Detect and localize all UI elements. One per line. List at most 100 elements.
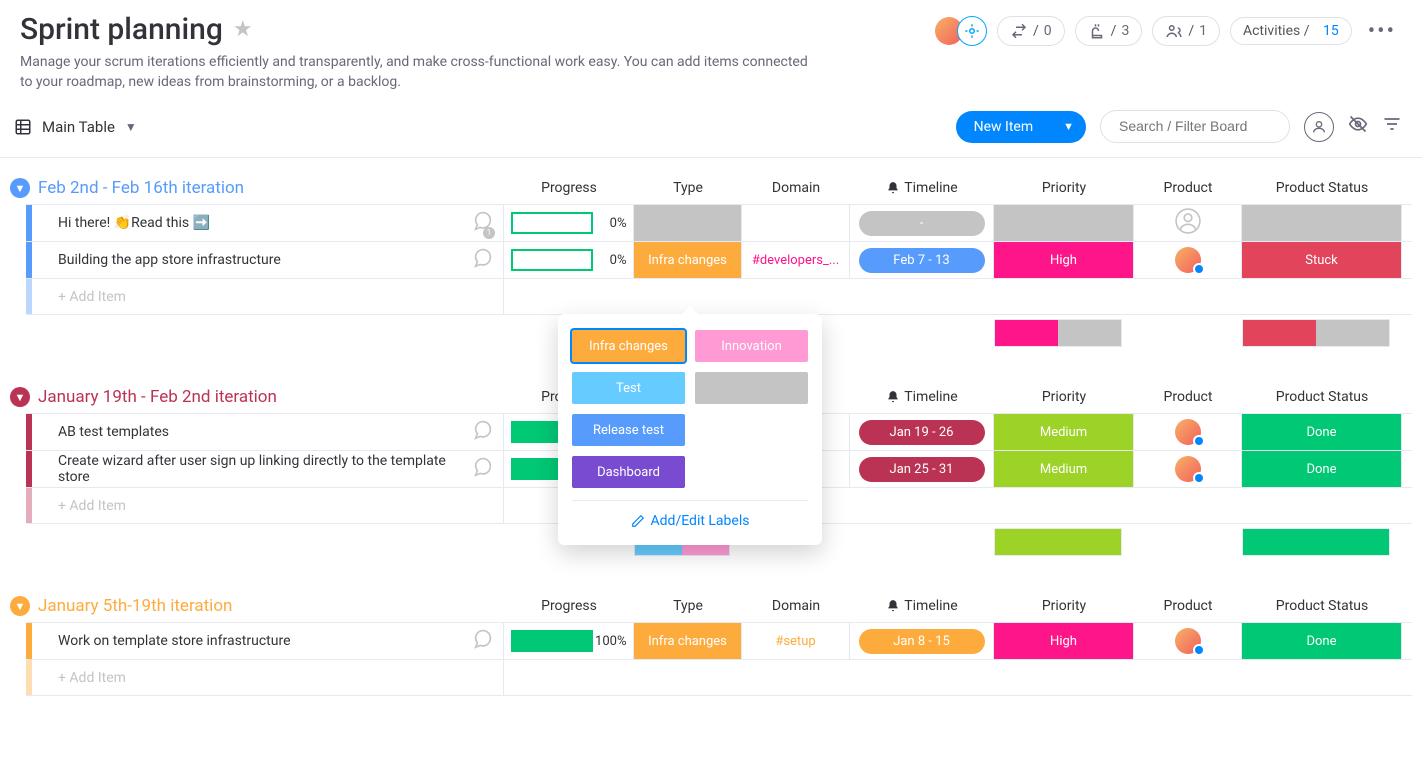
column-header[interactable]: Type [634, 180, 742, 196]
type-cell[interactable]: Infra changes [634, 242, 741, 278]
new-item-button[interactable]: New Item ▼ [956, 111, 1086, 143]
product-cell[interactable] [1134, 451, 1242, 487]
chevron-down-icon: ▼ [125, 120, 137, 134]
automations-pill[interactable]: / 0 [997, 16, 1065, 46]
timeline-pill[interactable]: Feb 7 - 13 [859, 248, 985, 273]
group-title[interactable]: January 19th - Feb 2nd iteration [38, 387, 277, 407]
product-cell[interactable] [1134, 623, 1242, 659]
column-header[interactable]: Domain [742, 180, 850, 196]
type-cell[interactable]: Infra changes [634, 623, 741, 659]
column-header[interactable]: Timeline [850, 180, 994, 196]
table-icon [14, 118, 32, 136]
members-pill[interactable]: / 1 [1152, 16, 1220, 46]
priority-cell[interactable] [994, 205, 1133, 241]
label-option[interactable]: Dashboard [572, 456, 685, 488]
table-row[interactable]: Hi there! 👏Read this ➡️1 0% - [26, 204, 1412, 241]
item-name[interactable]: Create wizard after user sign up linking… [58, 453, 463, 485]
status-cell[interactable]: Done [1242, 623, 1401, 659]
item-name[interactable]: AB test templates [58, 424, 463, 440]
board-log-icon[interactable] [957, 16, 987, 46]
column-header[interactable]: Product [1134, 598, 1242, 614]
domain-cell[interactable]: #developers_... [752, 253, 839, 268]
column-header[interactable]: Priority [994, 598, 1134, 614]
label-option[interactable]: Test [572, 372, 685, 404]
hide-columns-icon[interactable] [1348, 114, 1368, 139]
progress-bar [511, 212, 593, 234]
product-cell[interactable] [1134, 414, 1242, 450]
column-header[interactable]: Domain [742, 598, 850, 614]
view-switcher[interactable]: Main Table ▼ [14, 118, 137, 136]
type-label-dropdown[interactable]: Infra changes Innovation Test Release test D… [558, 314, 822, 545]
person-filter-icon[interactable] [1304, 112, 1334, 142]
column-header[interactable]: Progress [504, 598, 634, 614]
avatar[interactable] [1175, 247, 1201, 273]
chat-icon[interactable] [471, 419, 493, 446]
product-cell[interactable] [1134, 205, 1242, 241]
collapse-toggle-icon[interactable]: ▼ [10, 178, 30, 198]
priority-cell[interactable]: High [994, 242, 1133, 278]
favorite-star-icon[interactable]: ★ [233, 17, 253, 42]
progress-bar [511, 249, 593, 271]
search-input[interactable] [1100, 110, 1290, 143]
timeline-pill[interactable]: - [859, 211, 985, 236]
column-header[interactable]: Product [1134, 389, 1242, 405]
item-name[interactable]: Hi there! 👏Read this ➡️ [58, 215, 463, 231]
page-title: Sprint planning [20, 12, 223, 47]
column-header[interactable]: Progress [504, 180, 634, 196]
group-title[interactable]: January 5th-19th iteration [38, 596, 232, 616]
column-header[interactable]: Type [634, 598, 742, 614]
status-cell[interactable] [1242, 205, 1401, 241]
activities-pill[interactable]: Activities / 15 [1230, 17, 1352, 45]
avatar[interactable] [1175, 628, 1201, 654]
column-header[interactable]: Product Status [1242, 598, 1402, 614]
priority-cell[interactable]: High [994, 623, 1133, 659]
more-menu-icon[interactable]: ••• [1362, 19, 1402, 44]
priority-cell[interactable]: Medium [994, 414, 1133, 450]
column-header[interactable]: Product Status [1242, 180, 1402, 196]
product-cell[interactable] [1134, 242, 1242, 278]
item-name[interactable]: Work on template store infrastructure [58, 633, 463, 649]
column-header[interactable]: Priority [994, 180, 1134, 196]
add-edit-labels-link[interactable]: Add/Edit Labels [572, 500, 808, 529]
chevron-down-icon[interactable]: ▼ [1051, 112, 1086, 141]
table-row[interactable]: Work on template store infrastructure 10… [26, 622, 1412, 659]
label-option[interactable]: Release test [572, 414, 685, 446]
avatar[interactable] [1175, 419, 1201, 445]
integrations-pill[interactable]: / 3 [1075, 16, 1143, 46]
column-header[interactable]: Product Status [1242, 389, 1402, 405]
person-placeholder-icon[interactable] [1175, 208, 1201, 238]
board-owner[interactable] [935, 16, 987, 46]
collapse-toggle-icon[interactable]: ▼ [10, 387, 30, 407]
board-description: Manage your scrum iterations efficiently… [20, 53, 820, 92]
pencil-icon [631, 514, 645, 528]
item-name[interactable]: Building the app store infrastructure [58, 252, 463, 268]
status-cell[interactable]: Done [1242, 414, 1401, 450]
priority-cell[interactable]: Medium [994, 451, 1133, 487]
column-header[interactable]: Priority [994, 389, 1134, 405]
status-cell[interactable]: Stuck [1242, 242, 1401, 278]
label-option[interactable]: Infra changes [572, 330, 685, 362]
collapse-toggle-icon[interactable]: ▼ [10, 596, 30, 616]
type-cell[interactable] [634, 205, 741, 241]
timeline-pill[interactable]: Jan 19 - 26 [859, 420, 985, 445]
column-header[interactable]: Product [1134, 180, 1242, 196]
timeline-pill[interactable]: Jan 25 - 31 [859, 457, 985, 482]
avatar[interactable] [1175, 456, 1201, 482]
add-item-row[interactable]: + Add Item [26, 278, 1412, 315]
label-option[interactable] [695, 372, 808, 404]
domain-cell[interactable]: #setup [775, 634, 815, 649]
table-row[interactable]: Building the app store infrastructure 0%… [26, 241, 1412, 278]
chat-icon[interactable] [471, 247, 493, 274]
add-item-row[interactable]: + Add Item [26, 659, 1412, 696]
status-cell[interactable]: Done [1242, 451, 1401, 487]
column-header[interactable]: Timeline [850, 598, 994, 614]
chat-icon[interactable] [471, 456, 493, 483]
label-option[interactable]: Innovation [695, 330, 808, 362]
chat-icon[interactable]: 1 [471, 210, 493, 237]
column-header[interactable]: Timeline [850, 389, 994, 405]
filter-icon[interactable] [1382, 114, 1402, 139]
summary-bar [994, 319, 1122, 347]
group-title[interactable]: Feb 2nd - Feb 16th iteration [38, 178, 244, 198]
timeline-pill[interactable]: Jan 8 - 15 [859, 629, 985, 654]
chat-icon[interactable] [471, 628, 493, 655]
